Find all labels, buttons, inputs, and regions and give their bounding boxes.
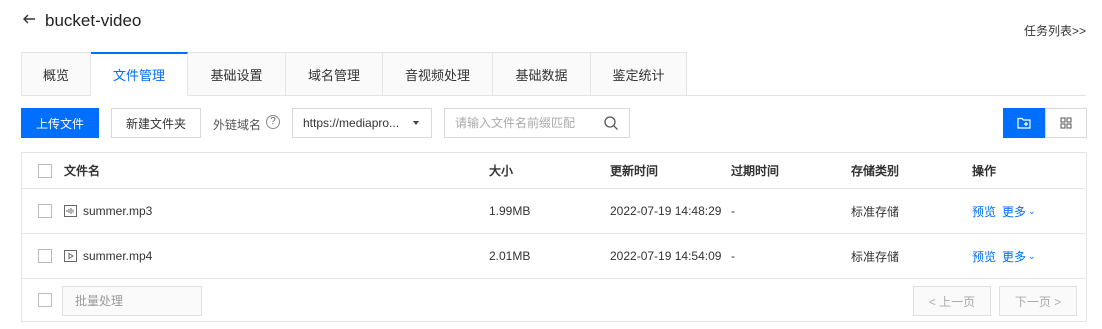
top-bar: bucket-video 任务列表>> (0, 0, 1102, 44)
file-name: summer.mp4 (83, 249, 153, 263)
external-domain-label: 外链域名 (213, 118, 262, 132)
prev-page-button[interactable]: < 上一页 (913, 286, 991, 316)
select-all-checkbox[interactable] (38, 163, 52, 178)
chevron-down-icon[interactable]: ⌄ (1028, 251, 1036, 262)
caret-down-icon (413, 121, 419, 125)
file-name-cell[interactable]: summer.mp4 (64, 234, 152, 278)
file-expires: - (731, 204, 735, 218)
task-list-link[interactable]: 任务列表>> (1024, 22, 1086, 39)
tab-basic-data[interactable]: 基础数据 (493, 52, 591, 96)
tab-file-management[interactable]: 文件管理 (91, 52, 188, 96)
list-view-button[interactable] (1003, 108, 1045, 138)
tab-identification-stats[interactable]: 鉴定统计 (591, 52, 687, 96)
file-storage: 标准存储 (851, 249, 900, 264)
batch-process-button[interactable]: 批量处理 (62, 286, 202, 316)
footer-select-checkbox[interactable] (38, 293, 52, 307)
back-arrow-icon[interactable] (22, 12, 36, 26)
upload-file-button[interactable]: 上传文件 (21, 108, 99, 138)
preview-link[interactable]: 预览 (972, 203, 996, 220)
folder-add-icon (1017, 117, 1031, 129)
preview-link[interactable]: 预览 (972, 248, 996, 265)
view-toggle (1003, 108, 1087, 138)
more-link[interactable]: 更多 (1002, 248, 1026, 265)
video-file-icon (64, 250, 77, 262)
tab-domain-management[interactable]: 域名管理 (286, 52, 383, 96)
more-link[interactable]: 更多 (1002, 203, 1026, 220)
new-folder-button[interactable]: 新建文件夹 (111, 108, 201, 138)
actions-cell: 预览 更多 ⌄ (972, 189, 1036, 233)
table-row: summer.mp3 1.99MB 2022-07-19 14:48:29 - … (22, 189, 1086, 234)
grid-view-button[interactable] (1045, 108, 1087, 138)
domain-select[interactable]: https://mediapro... (292, 108, 432, 138)
table-footer: 批量处理 < 上一页 下一页 > (22, 279, 1086, 321)
col-actions: 操作 (972, 164, 997, 178)
tab-bar: 概览 文件管理 基础设置 域名管理 音视频处理 基础数据 鉴定统计 (21, 52, 687, 96)
help-icon[interactable]: ? (266, 115, 280, 129)
tab-basic-settings[interactable]: 基础设置 (188, 52, 286, 96)
file-name-cell[interactable]: summer.mp3 (64, 189, 152, 233)
domain-select-value: https://mediapro... (303, 116, 400, 130)
col-storage: 存储类别 (851, 164, 900, 178)
toolbar: 上传文件 新建文件夹 外链域名 ? https://mediapro... 请输… (21, 108, 1087, 138)
file-storage: 标准存储 (851, 204, 900, 219)
audio-file-icon (64, 205, 77, 217)
file-updated: 2022-07-19 14:54:09 (610, 249, 722, 263)
table-row: summer.mp4 2.01MB 2022-07-19 14:54:09 - … (22, 234, 1086, 279)
page-title: bucket-video (45, 11, 142, 30)
row-checkbox[interactable] (38, 249, 52, 263)
actions-cell: 预览 更多 ⌄ (972, 234, 1036, 278)
search-placeholder: 请输入文件名前缀匹配 (455, 116, 576, 130)
file-name: summer.mp3 (83, 204, 153, 218)
file-size: 1.99MB (489, 204, 531, 218)
next-page-button[interactable]: 下一页 > (999, 286, 1077, 316)
tab-av-processing[interactable]: 音视频处理 (383, 52, 493, 96)
search-input[interactable]: 请输入文件名前缀匹配 (444, 108, 630, 138)
table-header: 文件名 大小 更新时间 过期时间 存储类别 操作 (22, 153, 1086, 189)
grid-icon (1060, 117, 1072, 129)
col-expires: 过期时间 (731, 164, 780, 178)
row-checkbox[interactable] (38, 204, 52, 218)
search-icon[interactable] (603, 115, 619, 131)
file-table: 文件名 大小 更新时间 过期时间 存储类别 操作 summer.mp3 1.99… (21, 152, 1087, 322)
col-size: 大小 (489, 164, 514, 178)
tab-overview[interactable]: 概览 (21, 52, 91, 96)
chevron-down-icon[interactable]: ⌄ (1028, 206, 1036, 217)
file-expires: - (731, 249, 735, 263)
file-updated: 2022-07-19 14:48:29 (610, 204, 722, 218)
col-name: 文件名 (64, 164, 101, 178)
col-updated: 更新时间 (610, 164, 659, 178)
file-size: 2.01MB (489, 249, 531, 263)
